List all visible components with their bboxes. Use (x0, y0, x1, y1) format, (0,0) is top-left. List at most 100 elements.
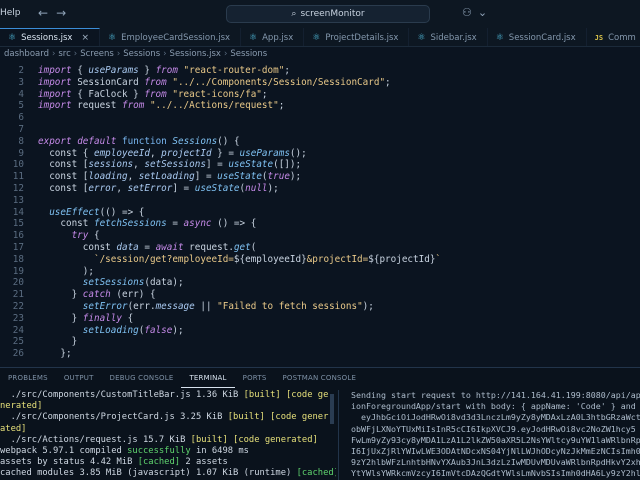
close-icon[interactable]: × (81, 33, 89, 43)
code-text: import SessionCard from "../../Component… (38, 77, 391, 89)
terminal-segment: ./src/Actions/request.js (0, 434, 143, 445)
code-token: } (38, 312, 83, 324)
tab-label: SessionCard.jsx (508, 32, 576, 43)
terminal-segment: assets by status 4.42 MiB (0, 457, 138, 468)
code-line: 25 } (0, 336, 640, 348)
code-token: ); (289, 171, 302, 183)
terminal-segment: ./src/Components/ProjectCard.js (0, 412, 181, 423)
code-token: ` (435, 253, 442, 265)
tab-5[interactable]: ⚛ SessionCard.jsx (488, 28, 587, 46)
code-text: import { useParams } from "react-router-… (38, 65, 290, 77)
terminal-segment: [cached] (137, 457, 181, 468)
tab-3[interactable]: ⚛ ProjectDetails.jsx (304, 28, 410, 46)
terminal-segment: [built] [code ge (243, 390, 329, 400)
code-token: const (38, 218, 94, 230)
terminal-segment: 1.36 KiB (195, 390, 244, 400)
code-token: ); (38, 265, 94, 277)
code-token: true (267, 171, 290, 183)
code-token: ; (261, 88, 268, 100)
terminal-segment: webpack 5.97.1 compiled (0, 446, 128, 457)
code-text: } catch (err) { (38, 289, 156, 301)
code-text: ); (38, 266, 94, 278)
code-token: ; (385, 76, 391, 88)
code-token: false (144, 324, 173, 336)
panel-tab-postman-console[interactable]: POSTMAN CONSOLE (274, 368, 364, 388)
breadcrumb-item[interactable]: src (58, 49, 70, 59)
command-center-search[interactable]: ⌕ screenMonitor (226, 5, 430, 23)
code-line: 11 const [loading, setLoading] = useStat… (0, 171, 640, 183)
terminal-scrollbar[interactable] (330, 394, 334, 424)
copilot-icon[interactable]: ⚇ (462, 6, 472, 19)
code-token: useEffect (38, 206, 100, 218)
breadcrumb-item[interactable]: Sessions (123, 49, 160, 59)
tab-6[interactable]: JS Comm (587, 28, 640, 46)
terminal-segment: nerated] (0, 401, 43, 412)
code-token: default (77, 135, 117, 147)
code-token: from (121, 100, 145, 112)
code-token: "react-router-dom" (177, 65, 285, 76)
code-text: const [sessions, setSessions] = useState… (38, 159, 301, 171)
breadcrumb-item[interactable]: dashboard (4, 49, 49, 59)
code-token: import (38, 100, 72, 112)
terminal-left[interactable]: ./src/Components/CustomTitleBar.js 1.36 … (0, 390, 336, 480)
code-token: ${employeeId} (233, 253, 307, 265)
breadcrumb: dashboard › src › Screens › Sessions › Sessions.… (0, 47, 640, 61)
code-token: export (38, 135, 72, 147)
code-text: import { FaClock } from "react-icons/fa"… (38, 89, 268, 101)
code-token: from (144, 88, 167, 100)
breadcrumb-item[interactable]: Screens (80, 49, 114, 59)
code-token: (() => { (99, 206, 145, 218)
code-token: useParams (239, 147, 290, 159)
breadcrumb-item[interactable]: Sessions (230, 49, 267, 59)
code-text: const fetchSessions = async () => { (38, 218, 256, 230)
terminal-line: Sending start request to http://141.164.… (351, 390, 640, 400)
code-line: 15 const fetchSessions = async () => { (0, 218, 640, 230)
code-token: loading (88, 171, 128, 183)
code-token: import (38, 65, 72, 76)
panel-tab-problems[interactable]: PROBLEMS (0, 368, 56, 388)
panel-tab-terminal[interactable]: TERMINAL (181, 368, 235, 388)
code-line: 4 import { FaClock } from "react-icons/fa… (0, 89, 640, 101)
terminal-segment: in 6498 ms (190, 446, 249, 457)
code-token: fetchSessions (93, 218, 167, 230)
panel-tab-ports[interactable]: PORTS (235, 368, 275, 388)
breadcrumb-item[interactable]: Sessions.jsx (170, 49, 221, 59)
code-line: 10 const [sessions, setSessions] = useSt… (0, 159, 640, 171)
tab-2[interactable]: ⚛ App.jsx (241, 28, 305, 46)
editor-tabs: ⚛ Sessions.jsx × ⚛ EmployeeCardSession.jsx ⚛ A… (0, 28, 640, 47)
code-token: try (38, 230, 89, 242)
menu-help[interactable]: Help (0, 8, 21, 18)
terminal-line: cached modules 3.85 MiB (javascript) 1.0… (0, 468, 336, 479)
tab-1[interactable]: ⚛ EmployeeCardSession.jsx (100, 28, 242, 46)
code-token: finally (82, 312, 122, 324)
tab-4[interactable]: ⚛ Sidebar.jsx (409, 28, 488, 46)
terminal-segment: successfully (127, 446, 191, 457)
terminal-right[interactable]: Sending start request to http://141.164.… (338, 390, 640, 480)
line-number: 2 (18, 65, 24, 76)
code-editor[interactable]: 2 import { useParams } from "react-router… (0, 61, 640, 367)
chevron-down-icon[interactable]: ⌄ (478, 6, 487, 19)
code-token: setError (127, 183, 173, 194)
line-number: 22 (12, 301, 24, 312)
code-text: useEffect(() => { (38, 207, 144, 219)
code-text: const [loading, setLoading] = useState(t… (38, 171, 301, 183)
code-token: from (144, 76, 167, 88)
code-token: get (233, 242, 251, 253)
code-token: } (38, 289, 83, 301)
code-line: 18 `/session/get?employeeId=${employeeId… (0, 254, 640, 266)
react-file-icon: ⚛ (312, 32, 321, 43)
terminal-segment: ./src/Components/CustomTitleBar.js (0, 390, 196, 400)
tab-0[interactable]: ⚛ Sessions.jsx × (0, 28, 101, 46)
line-number: 4 (18, 88, 24, 100)
code-token: sessions (88, 159, 134, 171)
code-token: const { (38, 147, 94, 159)
react-file-icon: ⚛ (417, 32, 426, 43)
forward-arrow-icon[interactable]: → (56, 6, 66, 20)
terminal-segment: ated] (0, 423, 27, 434)
code-line: 22 setError(err.message || "Failed to fe… (0, 301, 640, 313)
line-number: 21 (12, 289, 24, 301)
terminal-line: webpack 5.97.1 compiled successfully in … (0, 446, 336, 457)
panel-tab-debug-console[interactable]: DEBUG CONSOLE (102, 368, 182, 388)
panel-tab-output[interactable]: OUTPUT (56, 368, 102, 388)
back-arrow-icon[interactable]: ← (38, 6, 48, 20)
